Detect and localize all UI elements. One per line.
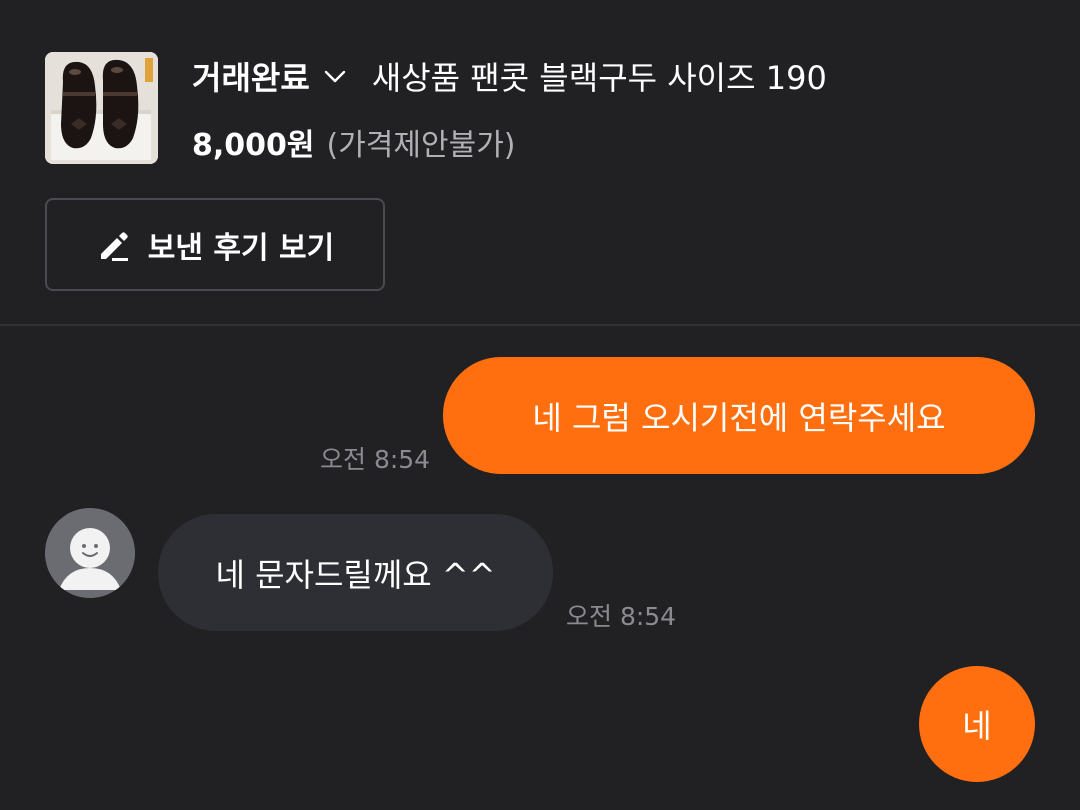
message-bubble-mine[interactable]: 네 [919, 666, 1035, 782]
product-title[interactable]: 새상품 팬콧 블랙구두 사이즈 190 [372, 53, 827, 99]
product-status-line: 거래완료 새상품 팬콧 블랙구두 사이즈 190 [192, 54, 827, 98]
avatar[interactable] [45, 508, 135, 598]
message-bubble-other[interactable]: 네 문자드릴께요 ^^ [158, 514, 553, 631]
message-time: 오전 8:54 [320, 445, 431, 474]
chat-screen: 거래완료 새상품 팬콧 블랙구두 사이즈 190 8,000원 (가격제안불가)… [0, 0, 1080, 810]
view-sent-review-button[interactable]: 보낸 후기 보기 [45, 198, 385, 291]
shoes-photo-icon [45, 52, 158, 164]
trade-status-dropdown[interactable]: 거래완료 [192, 53, 310, 99]
product-thumbnail[interactable] [45, 52, 158, 164]
review-button-label: 보낸 후기 보기 [147, 230, 335, 266]
pencil-icon [100, 231, 128, 261]
chevron-down-icon[interactable] [322, 63, 348, 89]
message-bubble-mine[interactable]: 네 그럼 오시기전에 연락주세요 [443, 357, 1035, 474]
default-profile-icon [45, 508, 135, 598]
price-offer-note: (가격제안불가) [326, 128, 516, 163]
message-text: 네 [962, 707, 992, 745]
product-price-line: 8,000원 (가격제안불가) [192, 120, 516, 164]
message-time: 오전 8:54 [566, 602, 677, 631]
product-price: 8,000원 [192, 128, 315, 163]
header-divider [0, 324, 1080, 326]
message-text: 네 문자드릴께요 ^^ [215, 555, 496, 594]
message-text: 네 그럼 오시기전에 연락주세요 [532, 398, 946, 437]
